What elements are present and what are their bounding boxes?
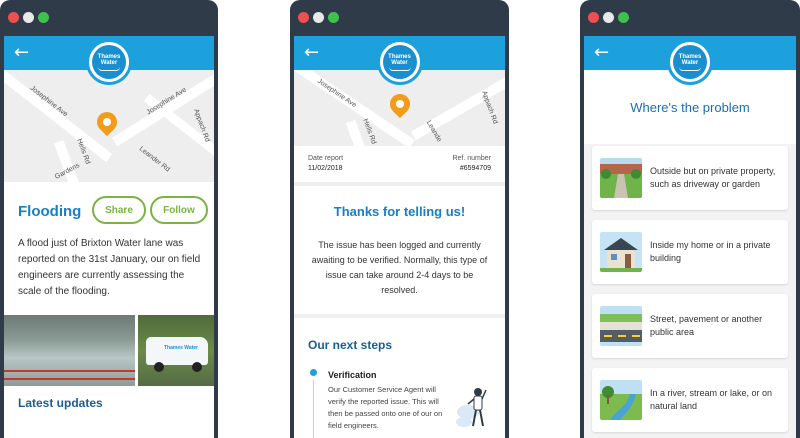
window-chrome bbox=[290, 0, 509, 36]
logo-text-line2: Water bbox=[681, 59, 699, 66]
option-natural-land[interactable]: In a river, stream or lake, or on natura… bbox=[592, 368, 788, 432]
timeline-dot bbox=[310, 369, 317, 376]
follow-button[interactable]: Follow bbox=[150, 196, 208, 224]
van-photo[interactable]: Thames Water bbox=[138, 315, 214, 386]
phone-frame-location: ← Thames Water Where's the problem Outsi… bbox=[580, 0, 800, 438]
street-illustration-icon bbox=[600, 306, 642, 346]
agent-illustration-icon bbox=[456, 388, 487, 427]
thames-water-logo: Thames Water bbox=[667, 39, 713, 85]
window-chrome bbox=[0, 0, 218, 36]
logo-text-line2: Water bbox=[391, 59, 408, 66]
section-divider bbox=[294, 182, 505, 186]
location-question-heading: Where's the problem bbox=[630, 100, 750, 115]
confirmation-screen: ← Thames Water Josephine Ave Hells Rd Ap… bbox=[294, 36, 505, 438]
location-pin-icon[interactable] bbox=[92, 107, 122, 137]
street-label: Leander Rd bbox=[137, 145, 171, 174]
window-chrome bbox=[580, 0, 800, 36]
close-dot[interactable] bbox=[588, 12, 599, 23]
date-report-label: Date report bbox=[308, 155, 344, 162]
flooding-screen: ← Thames Water Josephine Ave Josephine A… bbox=[4, 36, 214, 438]
option-label: Inside my home or in a private building bbox=[650, 240, 771, 263]
thames-water-logo: Thames Water bbox=[86, 39, 132, 85]
incident-map[interactable]: Josephine Ave Josephine Ave Hells Rd App… bbox=[4, 70, 214, 182]
thanks-message: The issue has been logged and currently … bbox=[311, 240, 488, 295]
van-wheel bbox=[154, 362, 164, 372]
back-arrow-icon[interactable]: ← bbox=[14, 43, 29, 63]
street-label: Josephine Ave bbox=[315, 77, 358, 110]
thames-water-logo: Thames Water bbox=[376, 39, 423, 85]
barrier-fence bbox=[4, 370, 135, 380]
step-description: Our Customer Service Agent will verify t… bbox=[328, 385, 443, 430]
option-inside-home[interactable]: Inside my home or in a private building bbox=[592, 220, 788, 284]
thames-water-van: Thames Water bbox=[146, 337, 208, 365]
maximize-dot[interactable] bbox=[38, 12, 49, 23]
van-wheel bbox=[192, 362, 202, 372]
phone-frame-confirmation: ← Thames Water Josephine Ave Hells Rd Ap… bbox=[290, 0, 509, 438]
option-label: In a river, stream or lake, or on natura… bbox=[650, 388, 773, 411]
garden-illustration-icon bbox=[600, 158, 642, 198]
option-label: Outside but on private property, such as… bbox=[650, 166, 776, 189]
maximize-dot[interactable] bbox=[328, 12, 339, 23]
location-screen: ← Thames Water Where's the problem Outsi… bbox=[584, 36, 796, 438]
flood-photo[interactable] bbox=[4, 315, 135, 386]
van-logo-text: Thames Water bbox=[164, 345, 198, 351]
option-public-area[interactable]: Street, pavement or another public area bbox=[592, 294, 788, 358]
logo-waves bbox=[98, 67, 120, 71]
phone-frame-flooding: ← Thames Water Josephine Ave Josephine A… bbox=[0, 0, 218, 438]
date-report-value: 11/02/2018 bbox=[308, 165, 343, 172]
back-arrow-icon[interactable]: ← bbox=[594, 43, 609, 63]
next-steps-heading: Our next steps bbox=[308, 338, 393, 352]
logo-waves bbox=[388, 67, 411, 71]
logo-waves bbox=[679, 67, 701, 71]
timeline-line bbox=[313, 380, 314, 438]
step-title: Verification bbox=[328, 370, 377, 380]
report-meta: Date report 11/02/2018 Ref. number #6594… bbox=[308, 155, 491, 183]
incident-title: Flooding bbox=[18, 203, 82, 220]
share-button[interactable]: Share bbox=[92, 196, 146, 224]
logo-text-line2: Water bbox=[100, 59, 118, 66]
option-label: Street, pavement or another public area bbox=[650, 314, 763, 337]
minimize-dot[interactable] bbox=[603, 12, 614, 23]
maximize-dot[interactable] bbox=[618, 12, 629, 23]
house-illustration-icon bbox=[600, 232, 642, 272]
close-dot[interactable] bbox=[298, 12, 309, 23]
minimize-dot[interactable] bbox=[313, 12, 324, 23]
minimize-dot[interactable] bbox=[23, 12, 34, 23]
location-pin-icon[interactable] bbox=[385, 89, 415, 119]
latest-updates-heading: Latest updates bbox=[18, 396, 103, 410]
ref-number-label: Ref. number bbox=[452, 155, 491, 162]
incident-description: A flood just of Brixton Water lane was r… bbox=[18, 238, 201, 297]
close-dot[interactable] bbox=[8, 12, 19, 23]
section-divider bbox=[294, 314, 505, 318]
back-arrow-icon[interactable]: ← bbox=[304, 43, 319, 63]
option-private-property[interactable]: Outside but on private property, such as… bbox=[592, 146, 788, 210]
river-illustration-icon bbox=[600, 380, 642, 420]
thanks-heading: Thanks for telling us! bbox=[333, 204, 466, 219]
ref-number-value: #6594709 bbox=[459, 165, 491, 172]
